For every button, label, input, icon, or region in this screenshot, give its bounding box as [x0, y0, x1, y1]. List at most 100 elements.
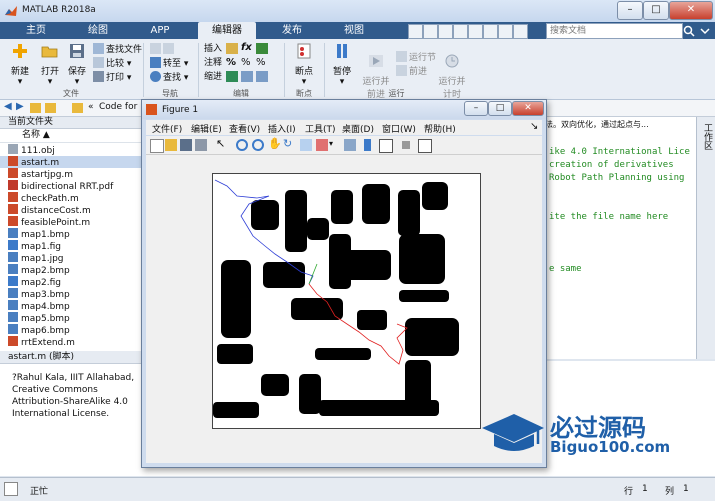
file-item[interactable]: map5.bmp — [0, 312, 141, 324]
menu-file[interactable]: 文件(F) — [152, 122, 182, 135]
quick-access-icon[interactable] — [453, 24, 468, 39]
menu-window[interactable]: 窗口(W) — [382, 122, 416, 135]
up-folder-icon[interactable] — [30, 103, 41, 113]
tab-editor[interactable]: 编辑器 — [198, 22, 256, 39]
tab-apps[interactable]: APP — [132, 22, 188, 39]
find-files-button[interactable]: 查找文件 — [93, 43, 145, 56]
open-button[interactable]: 打开 ▾ — [36, 43, 64, 87]
file-item[interactable]: checkPath.m — [0, 192, 141, 204]
menu-desktop[interactable]: 桌面(D) — [342, 122, 374, 135]
advance-button[interactable]: 前进 — [396, 65, 440, 78]
search-docs-input[interactable]: 搜索文档 — [546, 23, 683, 39]
tab-view[interactable]: 视图 — [326, 22, 382, 39]
hide-plot-tools-icon[interactable] — [402, 141, 410, 149]
insert-colorbar-icon[interactable] — [364, 139, 371, 151]
tab-publish[interactable]: 发布 — [264, 22, 320, 39]
file-item[interactable]: map2.bmp — [0, 264, 141, 276]
menu-edit[interactable]: 编辑(E) — [191, 122, 222, 135]
current-folder-path[interactable]: Code for P — [99, 102, 146, 112]
open-file-icon[interactable] — [165, 139, 177, 151]
pan-hand-icon[interactable]: ✋ — [268, 137, 282, 150]
quick-access-icon[interactable] — [468, 24, 483, 39]
insert-legend-icon[interactable] — [379, 139, 393, 153]
browse-folder-icon[interactable] — [45, 103, 56, 113]
file-item[interactable]: map1.jpg — [0, 252, 141, 264]
tab-plots[interactable]: 绘图 — [70, 22, 126, 39]
file-item[interactable]: astart.m — [0, 156, 141, 168]
file-item[interactable]: map1.fig — [0, 240, 141, 252]
breakpoints-icon — [297, 43, 311, 59]
menu-insert[interactable]: 插入(I) — [268, 122, 296, 135]
file-item[interactable]: astartjpg.m — [0, 168, 141, 180]
menu-view[interactable]: 查看(V) — [229, 122, 260, 135]
link-plot-icon[interactable] — [344, 139, 356, 151]
file-item[interactable]: map4.bmp — [0, 300, 141, 312]
file-item[interactable]: 111.obj — [0, 144, 141, 156]
quick-access-icon[interactable] — [483, 24, 498, 39]
compare-button[interactable]: 比较 ▾ — [93, 57, 145, 70]
comment-percent-icon[interactable]: % — [226, 57, 236, 68]
new-figure-icon[interactable] — [150, 139, 164, 153]
show-plot-tools-icon[interactable] — [418, 139, 432, 153]
maximize-button[interactable]: □ — [643, 1, 669, 20]
increase-indent-icon[interactable] — [256, 71, 268, 82]
code-area[interactable]: ike 4.0 International Lice creation of d… — [549, 147, 697, 277]
data-cursor-icon[interactable] — [300, 139, 312, 151]
insert-section-icon[interactable] — [226, 43, 238, 54]
save-button[interactable]: 保存 ▾ — [64, 43, 90, 87]
file-type-img-icon — [8, 252, 18, 262]
smart-indent-icon[interactable] — [226, 71, 238, 82]
column-header-name[interactable]: 名称 ▲ — [0, 129, 141, 143]
rotate-3d-icon[interactable]: ↻ — [283, 137, 292, 150]
file-item[interactable]: rrtExtend.m — [0, 336, 141, 348]
details-text: ?Rahul Kala, IIIT Allahabad, Creative Co… — [12, 373, 135, 419]
help-icon[interactable] — [513, 24, 528, 39]
file-item[interactable]: map2.fig — [0, 276, 141, 288]
save-figure-icon[interactable] — [180, 139, 192, 151]
menubar-dock-arrow-icon[interactable]: ↘ — [530, 121, 538, 132]
insert-function-fx-icon[interactable]: fx — [241, 42, 252, 53]
wrap-comments-icon[interactable]: % — [256, 57, 266, 68]
brush-dropdown-icon[interactable]: ▾ — [329, 139, 333, 148]
quick-access-icon[interactable] — [438, 24, 453, 39]
edit-plot-arrow-icon[interactable]: ↖ — [216, 137, 225, 150]
find-button[interactable]: 查找 ▾ — [150, 71, 196, 84]
insert-menu-icon[interactable] — [256, 43, 268, 54]
figure-minimize-button[interactable]: – — [464, 101, 488, 116]
file-item[interactable]: map3.bmp — [0, 288, 141, 300]
run-section-button[interactable]: 运行节 — [396, 51, 440, 64]
figure-maximize-button[interactable]: □ — [488, 101, 512, 116]
figure-close-button[interactable]: ✕ — [512, 101, 544, 116]
file-item[interactable]: distanceCost.m — [0, 204, 141, 216]
new-button[interactable]: 新建 ▾ — [6, 43, 34, 87]
file-item[interactable]: bidirectional RRT.pdf — [0, 180, 141, 192]
menu-help[interactable]: 帮助(H) — [424, 122, 456, 135]
workspace-tab[interactable]: 工作区 — [701, 123, 714, 150]
print-button[interactable]: 打印 ▾ — [93, 71, 145, 84]
zoom-out-icon[interactable] — [252, 139, 264, 151]
minimize-button[interactable]: – — [617, 1, 643, 20]
close-button[interactable]: ✕ — [669, 1, 713, 20]
file-item[interactable]: feasiblePoint.m — [0, 216, 141, 228]
breakpoints-button[interactable]: 断点 ▾ — [289, 43, 319, 87]
file-type-m-icon — [8, 168, 18, 178]
goto-button[interactable]: 转至 ▾ — [150, 57, 196, 70]
back-arrow-icon[interactable]: ◀ — [4, 101, 12, 112]
comment-toggle-icon[interactable]: % — [241, 57, 251, 68]
quick-access-icon[interactable] — [408, 24, 423, 39]
search-icon[interactable] — [683, 25, 695, 37]
forward-arrow-icon[interactable]: ▶ — [16, 101, 24, 112]
quick-access-icon[interactable] — [498, 24, 513, 39]
brush-icon[interactable] — [316, 139, 328, 151]
back-forward-buttons[interactable] — [150, 43, 190, 56]
file-item[interactable]: map1.bmp — [0, 228, 141, 240]
quick-access-icon[interactable] — [423, 24, 438, 39]
pause-button[interactable]: 暂停 ▾ — [328, 43, 356, 87]
minimize-toolstrip-icon[interactable] — [699, 25, 711, 37]
tab-home[interactable]: 主页 — [8, 22, 64, 39]
print-figure-icon[interactable] — [195, 139, 207, 151]
decrease-indent-icon[interactable] — [241, 71, 253, 82]
file-item[interactable]: map6.bmp — [0, 324, 141, 336]
zoom-in-icon[interactable] — [236, 139, 248, 151]
menu-tools[interactable]: 工具(T) — [305, 122, 336, 135]
